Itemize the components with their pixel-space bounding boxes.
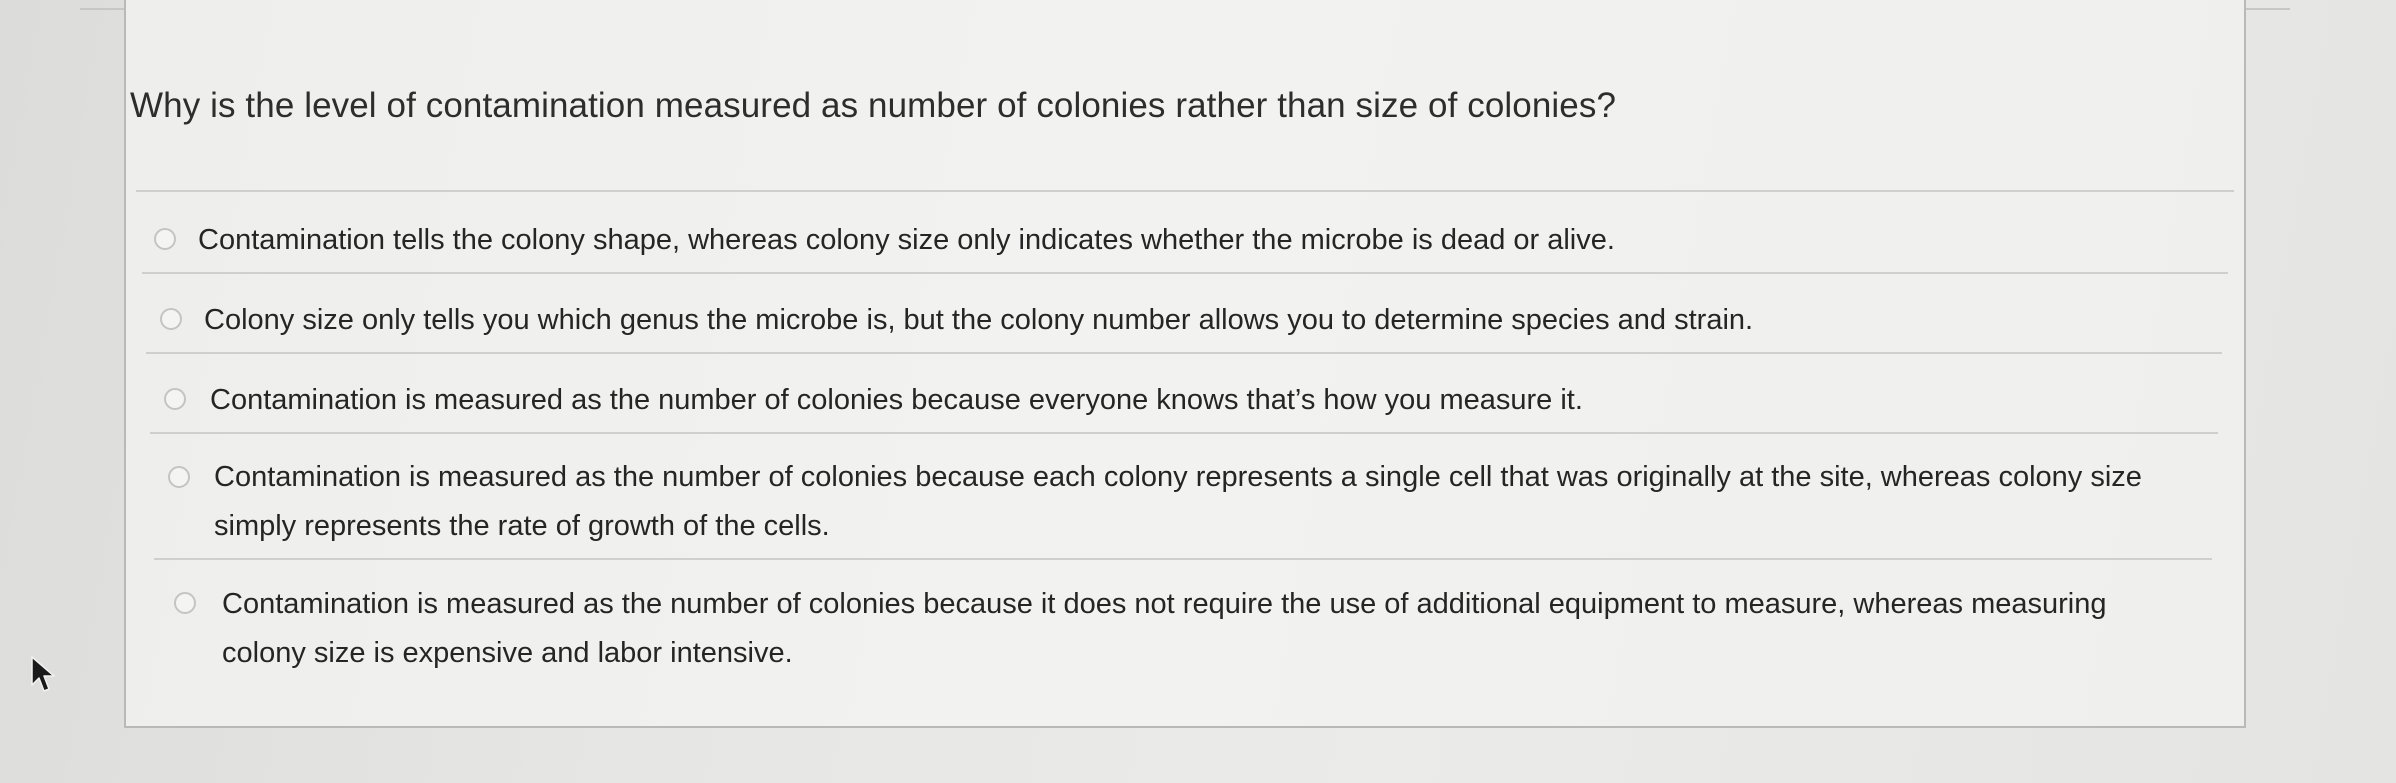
mouse-pointer-icon: [31, 656, 55, 692]
radio-button-icon[interactable]: [160, 308, 182, 330]
option-divider: [154, 558, 2212, 560]
option-divider: [150, 432, 2218, 434]
answer-option-label: Contamination tells the colony shape, wh…: [198, 224, 1615, 256]
question-text: Why is the level of contamination measur…: [130, 86, 1617, 125]
radio-button-icon[interactable]: [154, 228, 176, 250]
radio-button-icon[interactable]: [174, 592, 196, 614]
radio-button-icon[interactable]: [164, 388, 186, 410]
answer-option-label: Contamination is measured as the number …: [214, 461, 2142, 542]
answer-option-label: Colony size only tells you which genus t…: [204, 304, 1754, 336]
option-divider: [146, 352, 2222, 354]
answer-option-label: Contamination is measured as the number …: [222, 588, 2107, 669]
answer-option-label: Contamination is measured as the number …: [210, 384, 1583, 416]
radio-button-icon[interactable]: [168, 466, 190, 488]
option-divider: [142, 272, 2228, 274]
question-divider: [136, 190, 2234, 192]
